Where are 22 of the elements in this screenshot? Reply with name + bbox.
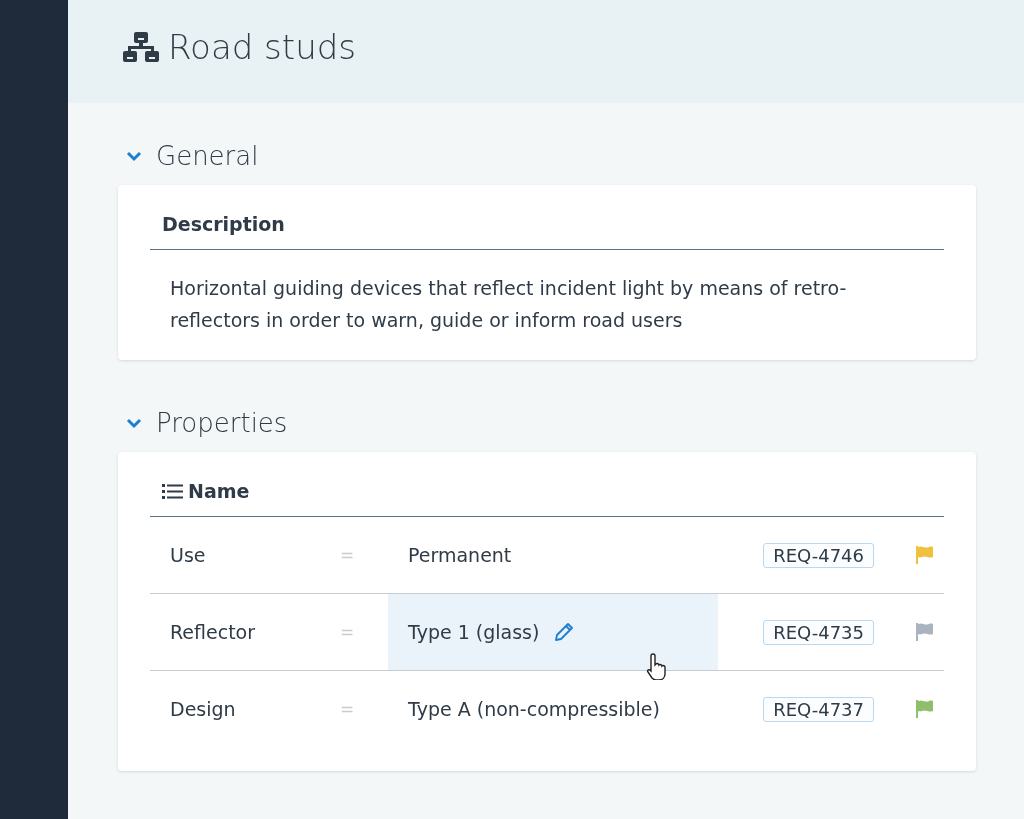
page-title: Road studs xyxy=(168,26,356,67)
pencil-icon[interactable] xyxy=(553,621,576,643)
section-title: Properties xyxy=(156,408,288,438)
property-name: Design xyxy=(169,698,237,720)
list-icon xyxy=(162,483,184,499)
requirement-tag[interactable]: REQ-4735 xyxy=(763,619,874,645)
property-name: Use xyxy=(169,544,207,566)
description-text: Horizontal guiding devices that reflect incident light by means of retro-reflectors in order to warn, guide or inform road users xyxy=(169,276,848,333)
section-title: General xyxy=(156,141,259,171)
chevron-icon[interactable] xyxy=(126,417,142,429)
property-name: Reflector xyxy=(169,621,257,643)
column-heading: Description xyxy=(162,213,285,235)
equals-sign: = xyxy=(339,545,356,565)
value-cell[interactable]: Type A (non-compressible) xyxy=(388,671,718,747)
equals-sign: = xyxy=(339,622,356,642)
network-icon xyxy=(120,29,162,64)
requirement-tag[interactable]: REQ-4737 xyxy=(763,696,874,722)
chevron-icon[interactable] xyxy=(126,150,142,162)
equals-sign: = xyxy=(339,699,356,719)
column-heading: Name xyxy=(188,480,250,502)
requirement-tag[interactable]: REQ-4746 xyxy=(763,542,874,568)
value-cell[interactable]: Permanent xyxy=(388,517,718,593)
